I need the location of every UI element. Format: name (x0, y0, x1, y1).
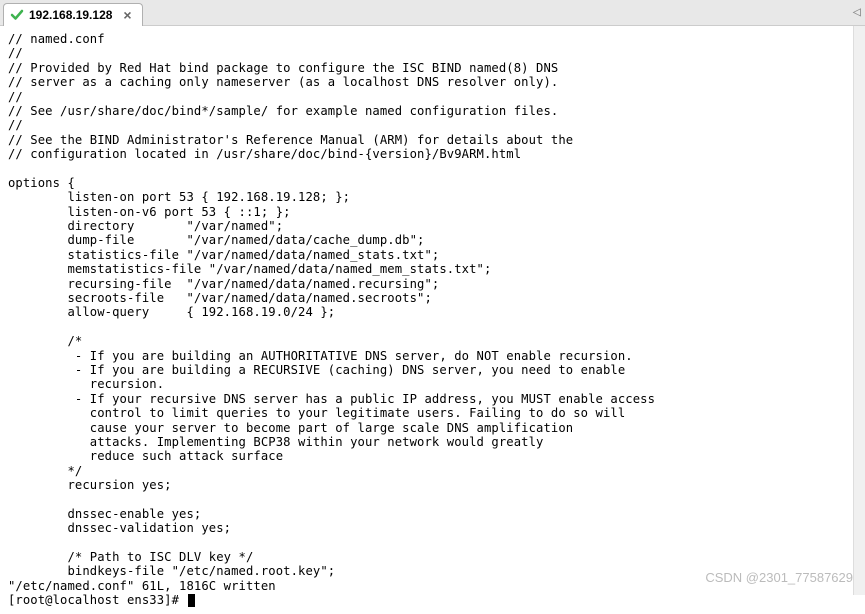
terminal-content[interactable]: // named.conf // // Provided by Red Hat … (0, 26, 865, 614)
scrollbar[interactable] (853, 26, 865, 595)
check-icon (10, 8, 24, 22)
cursor (188, 594, 195, 607)
tab-active[interactable]: 192.168.19.128 × (3, 3, 143, 26)
scroll-left-icon[interactable]: ◁ (853, 4, 861, 20)
tab-bar: 192.168.19.128 × ◁ (0, 0, 865, 26)
watermark: CSDN @2301_77587629 (705, 570, 853, 585)
close-icon[interactable]: × (120, 8, 134, 22)
tab-title: 192.168.19.128 (29, 8, 112, 22)
